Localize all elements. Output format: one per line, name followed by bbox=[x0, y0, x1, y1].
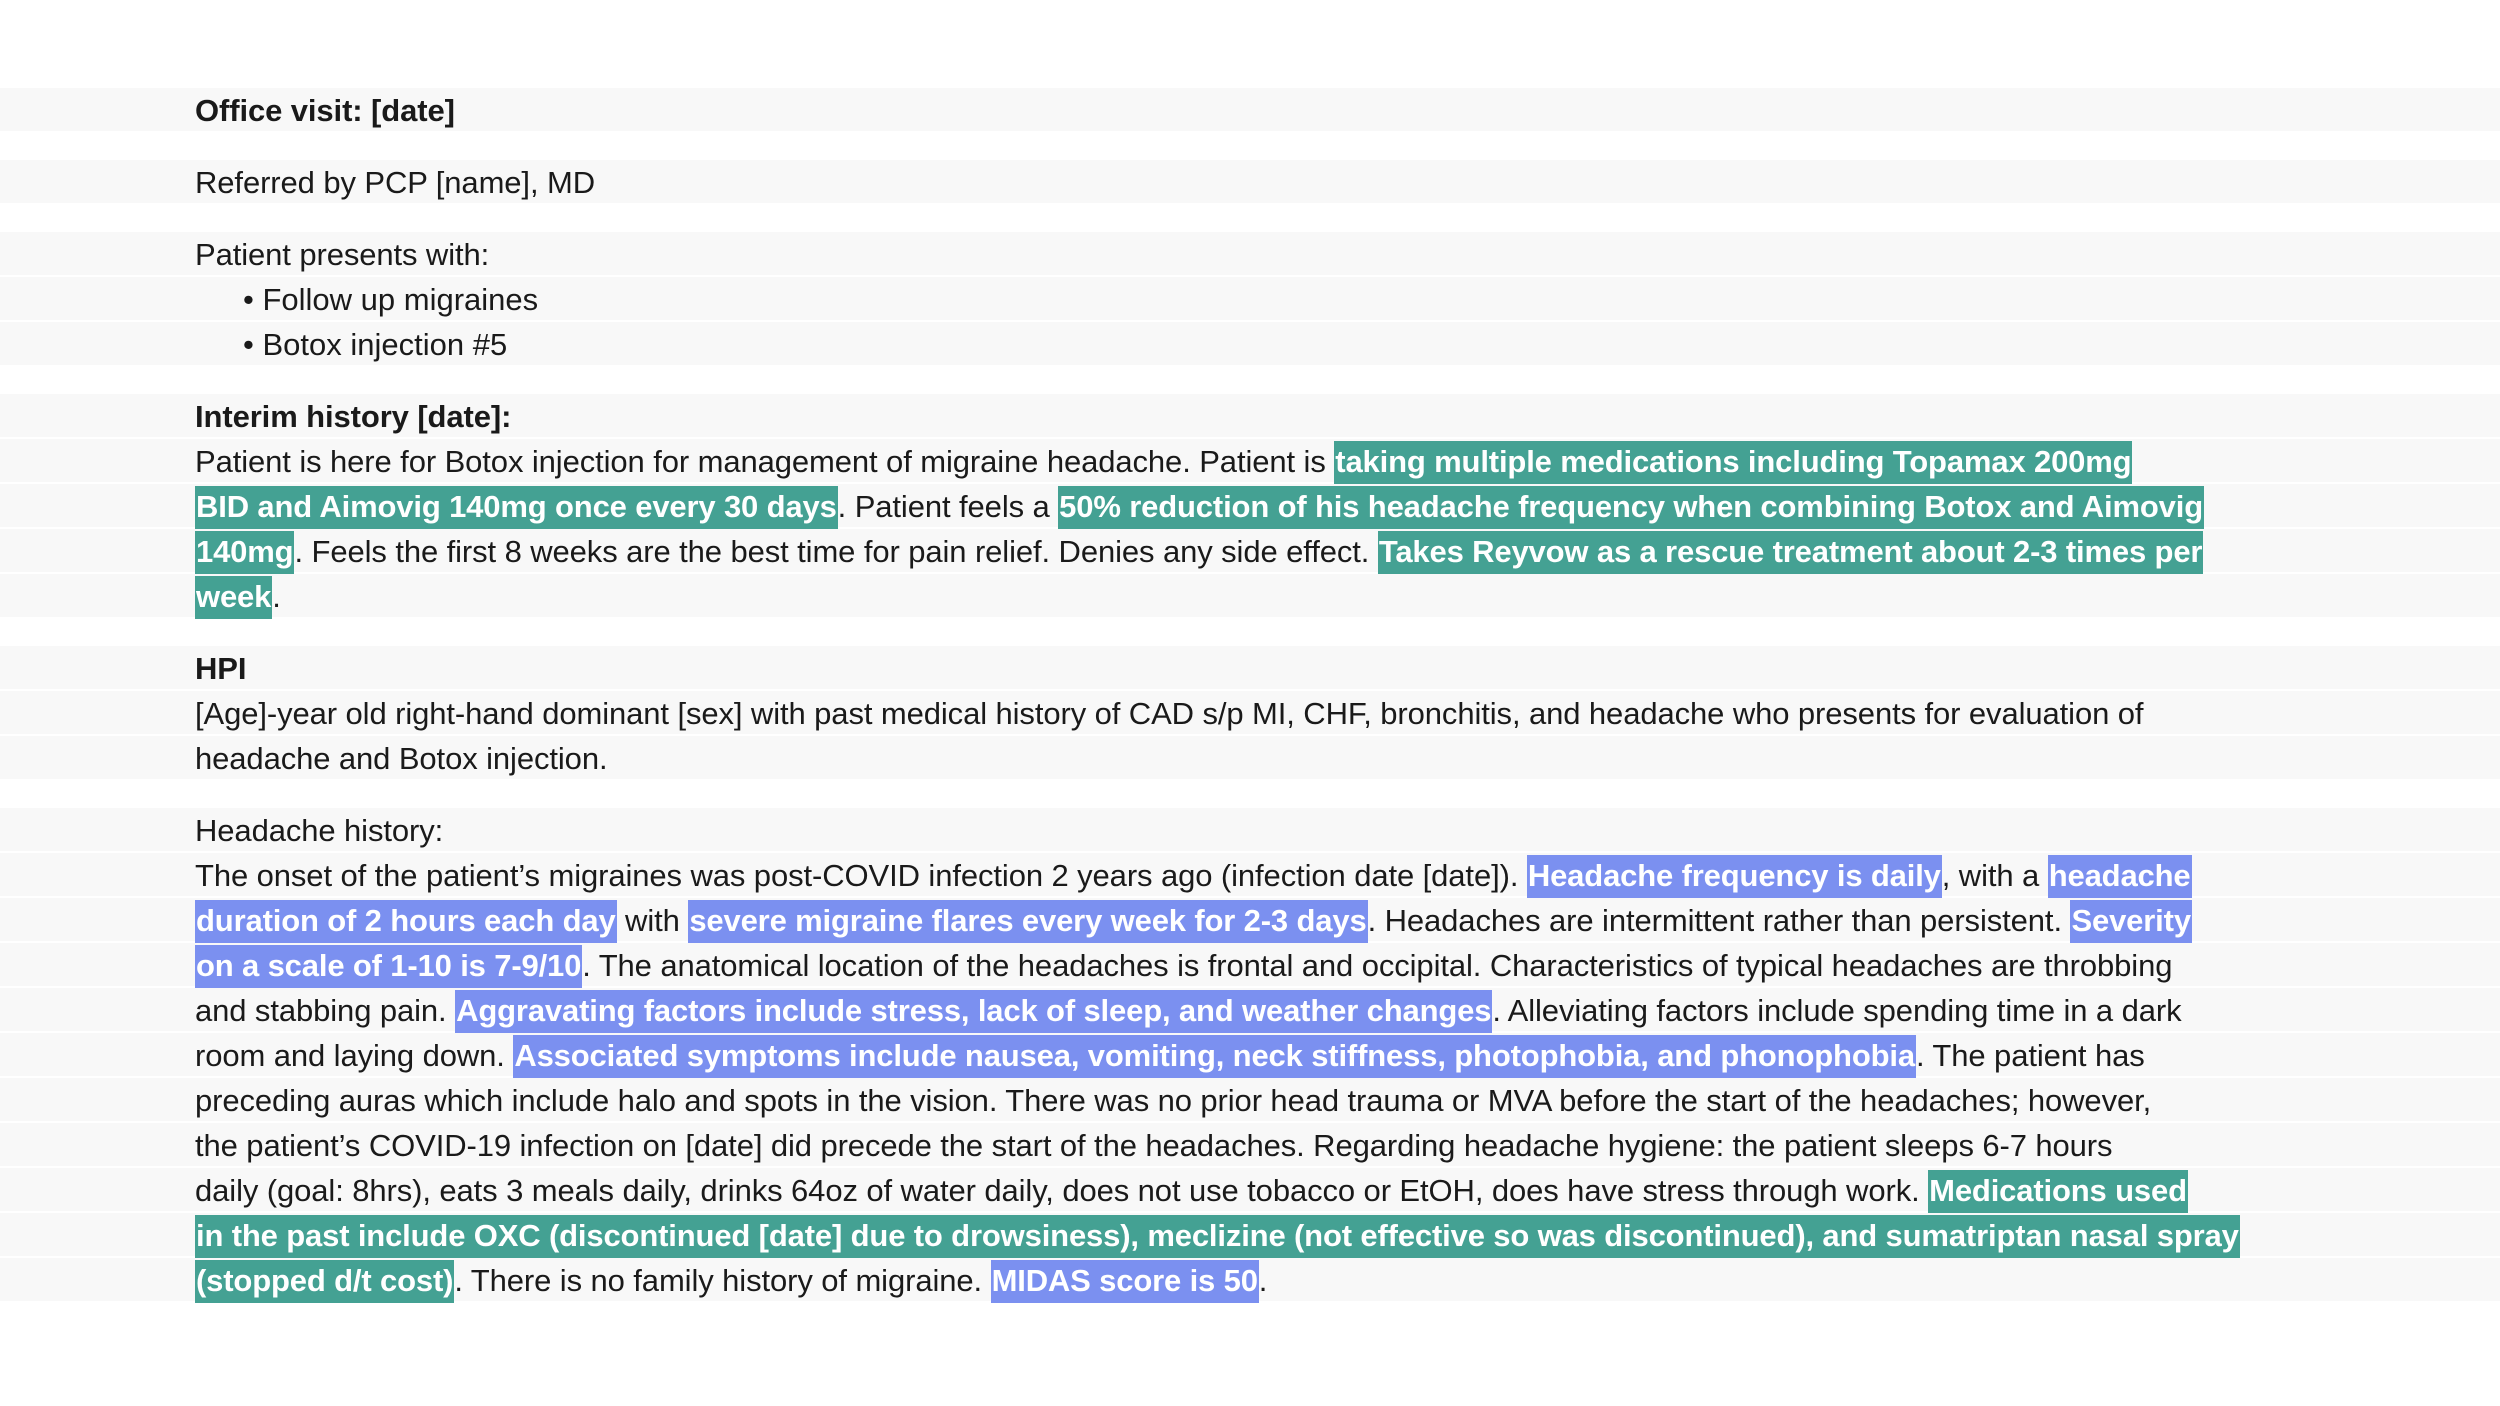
hpi-block: HPI [Age]-year old right-hand dominant [… bbox=[0, 646, 2500, 781]
interim-history-line-3: 140mg. Feels the first 8 weeks are the b… bbox=[0, 529, 2500, 574]
text-run: . The patient has bbox=[1915, 1038, 2145, 1073]
text-run: Patient is here for Botox injection for … bbox=[195, 444, 1335, 479]
entity-past-medications-cont: in the past include OXC (discontinued [d… bbox=[195, 1215, 2240, 1258]
entity-response: 50% reduction of his headache frequency … bbox=[1058, 486, 2205, 529]
text-run: . Feels the first 8 weeks are the best t… bbox=[294, 534, 1378, 569]
referral-line: Referred by PCP [name], MD bbox=[0, 160, 2500, 205]
headache-history-line-5: room and laying down. Associated symptom… bbox=[0, 1033, 2500, 1078]
entity-midas-score: MIDAS score is 50 bbox=[990, 1260, 1259, 1303]
headache-history-line-9: in the past include OXC (discontinued [d… bbox=[0, 1213, 2500, 1258]
entity-aggravating-factors: Aggravating factors include stress, lack… bbox=[455, 990, 1493, 1033]
entity-frequency: Headache frequency is daily bbox=[1526, 855, 1942, 898]
headache-history-line-10: (stopped d/t cost). There is no family h… bbox=[0, 1258, 2500, 1303]
text-run: . bbox=[1258, 1263, 1268, 1298]
headache-history-line-4: and stabbing pain. Aggravating factors i… bbox=[0, 988, 2500, 1033]
presents-with-label: Patient presents with: bbox=[0, 232, 2500, 277]
headache-history-label: Headache history: bbox=[0, 808, 2500, 853]
text-run: . Alleviating factors include spending t… bbox=[1492, 993, 2182, 1028]
text-run: . The anatomical location of the headach… bbox=[582, 948, 2173, 983]
headache-history-line-7: the patient’s COVID-19 infection on [dat… bbox=[0, 1123, 2500, 1168]
interim-history-line-2: BID and Aimovig 140mg once every 30 days… bbox=[0, 484, 2500, 529]
headache-history-line-8: daily (goal: 8hrs), eats 3 meals daily, … bbox=[0, 1168, 2500, 1213]
presents-with-block: Patient presents with: • Follow up migra… bbox=[0, 232, 2500, 367]
text-run: daily (goal: 8hrs), eats 3 meals daily, … bbox=[195, 1173, 1929, 1208]
text-run: . bbox=[272, 579, 281, 614]
spacer bbox=[0, 367, 2500, 394]
interim-history-block: Interim history [date]: Patient is here … bbox=[0, 394, 2500, 619]
entity-past-medications-end: (stopped d/t cost) bbox=[195, 1260, 455, 1303]
text-run: The onset of the patient’s migraines was… bbox=[195, 858, 1527, 893]
document-page: Office visit: [date] Referred by PCP [na… bbox=[0, 0, 2500, 1406]
entity-flares: severe migraine flares every week for 2-… bbox=[688, 900, 1368, 943]
entity-past-medications: Medications used bbox=[1928, 1170, 2188, 1213]
entity-medications: taking multiple medications including To… bbox=[1334, 441, 2133, 484]
text-run: . Headaches are intermittent rather than… bbox=[1367, 903, 2071, 938]
hpi-line-1: [Age]-year old right-hand dominant [sex]… bbox=[0, 691, 2500, 736]
spacer bbox=[0, 205, 2500, 232]
headache-history-line-6: preceding auras which include halo and s… bbox=[0, 1078, 2500, 1123]
text-run: , with a bbox=[1941, 858, 2048, 893]
text-run: . There is no family history of migraine… bbox=[454, 1263, 991, 1298]
entity-rescue-treatment-cont: week bbox=[195, 576, 273, 619]
text-run: and stabbing pain. bbox=[195, 993, 456, 1028]
entity-severity: Severity bbox=[2070, 900, 2192, 943]
interim-history-line-1: Patient is here for Botox injection for … bbox=[0, 439, 2500, 484]
entity-duration: headache bbox=[2047, 855, 2192, 898]
text-run: with bbox=[616, 903, 689, 938]
entity-response-cont: 140mg bbox=[195, 531, 295, 574]
referral-block: Referred by PCP [name], MD bbox=[0, 160, 2500, 205]
entity-severity-cont: on a scale of 1-10 is 7-9/10 bbox=[195, 945, 583, 988]
headache-history-line-3: on a scale of 1-10 is 7-9/10. The anatom… bbox=[0, 943, 2500, 988]
headache-history-line-2: duration of 2 hours each day with severe… bbox=[0, 898, 2500, 943]
entity-medications-cont: BID and Aimovig 140mg once every 30 days bbox=[195, 486, 838, 529]
interim-history-heading: Interim history [date]: bbox=[0, 394, 2500, 439]
clinical-note: Office visit: [date] Referred by PCP [na… bbox=[0, 88, 2500, 1303]
entity-associated-symptoms: Associated symptoms include nausea, vomi… bbox=[513, 1035, 1916, 1078]
hpi-heading: HPI bbox=[0, 646, 2500, 691]
headache-history-block: Headache history: The onset of the patie… bbox=[0, 808, 2500, 1303]
spacer bbox=[0, 133, 2500, 160]
headache-history-line-1: The onset of the patient’s migraines was… bbox=[0, 853, 2500, 898]
spacer bbox=[0, 619, 2500, 646]
visit-title-block: Office visit: [date] bbox=[0, 88, 2500, 133]
spacer bbox=[0, 781, 2500, 808]
page-title: Office visit: [date] bbox=[0, 88, 2500, 133]
interim-history-line-4: week. bbox=[0, 574, 2500, 619]
text-run: . Patient feels a bbox=[837, 489, 1059, 524]
list-item: • Follow up migraines bbox=[0, 277, 2500, 322]
list-item: • Botox injection #5 bbox=[0, 322, 2500, 367]
entity-duration-cont: duration of 2 hours each day bbox=[195, 900, 617, 943]
text-run: room and laying down. bbox=[195, 1038, 514, 1073]
entity-rescue-treatment: Takes Reyvow as a rescue treatment about… bbox=[1377, 531, 2204, 574]
hpi-line-2: headache and Botox injection. bbox=[0, 736, 2500, 781]
